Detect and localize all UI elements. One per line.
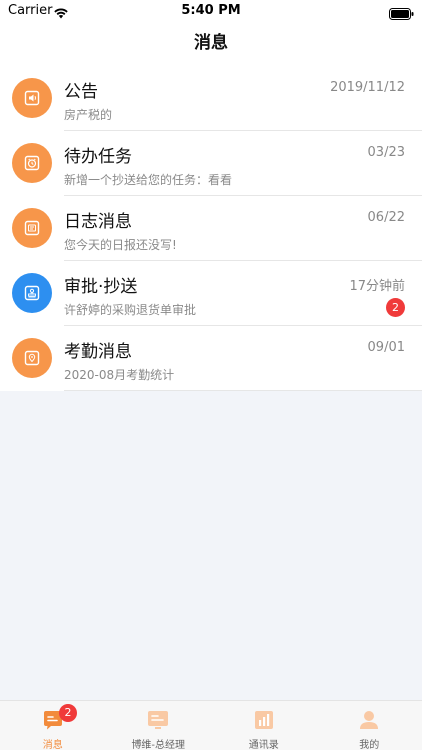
clock: 5:40 PM — [181, 3, 241, 18]
message-preview: 您今天的日报还没写! — [64, 238, 177, 252]
message-date: 03/23 — [367, 145, 405, 160]
message-item-log[interactable]: 日志消息 06/22 您今天的日报还没写! — [0, 196, 422, 261]
tab-label: 通讯录 — [248, 740, 279, 750]
location-card-icon — [12, 338, 52, 378]
message-title: 审批·抄送 — [64, 277, 138, 297]
tab-label: 我的 — [359, 740, 380, 750]
contacts-chart-icon — [252, 708, 276, 732]
message-date: 06/22 — [367, 210, 405, 225]
message-title: 日志消息 — [64, 212, 132, 232]
nav-bar: 消息 — [0, 24, 422, 66]
message-date: 09/01 — [367, 340, 405, 355]
message-preview: 2020-08月考勤统计 — [64, 368, 175, 382]
status-bar: Carrier 5:40 PM — [0, 0, 422, 24]
tab-label: 博维-总经理 — [131, 740, 186, 750]
workbench-icon — [146, 708, 170, 732]
unread-badge: 2 — [386, 298, 405, 317]
tab-bar: 2 消息 博维-总经理 通讯录 我的 — [0, 700, 422, 750]
tab-unread-badge: 2 — [59, 704, 77, 722]
tab-mine[interactable]: 我的 — [317, 701, 422, 750]
message-preview: 新增一个抄送给您的任务：看看 — [64, 173, 233, 187]
row-divider — [64, 390, 422, 391]
speaker-icon — [12, 78, 52, 118]
message-title: 待办任务 — [64, 147, 132, 167]
message-preview: 房产税的 — [64, 108, 113, 122]
message-item-approval[interactable]: 审批·抄送 17分钟前 许舒婷的采购退货单审批 2 — [0, 261, 422, 326]
alarm-clock-icon — [12, 143, 52, 183]
tab-contacts[interactable]: 通讯录 — [211, 701, 317, 750]
message-date: 2019/11/12 — [330, 80, 405, 95]
tab-label: 消息 — [42, 740, 63, 750]
stamp-icon — [12, 273, 52, 313]
message-date: 17分钟前 — [349, 279, 405, 294]
tab-workbench[interactable]: 博维-总经理 — [106, 701, 212, 750]
notebook-icon — [12, 208, 52, 248]
message-item-todo[interactable]: 待办任务 03/23 新增一个抄送给您的任务：看看 — [0, 131, 422, 196]
message-preview: 许舒婷的采购退货单审批 — [64, 303, 197, 317]
message-title: 公告 — [64, 82, 98, 102]
battery-icon — [389, 5, 414, 24]
person-icon — [357, 708, 381, 732]
message-item-attendance[interactable]: 考勤消息 09/01 2020-08月考勤统计 — [0, 326, 422, 391]
message-list: 公告 2019/11/12 房产税的 待办任务 03/23 新增一个抄送给您的任… — [0, 66, 422, 391]
tab-messages[interactable]: 2 消息 — [0, 701, 106, 750]
page-title: 消息 — [194, 33, 228, 53]
message-title: 考勤消息 — [64, 342, 132, 362]
message-item-announcement[interactable]: 公告 2019/11/12 房产税的 — [0, 66, 422, 131]
